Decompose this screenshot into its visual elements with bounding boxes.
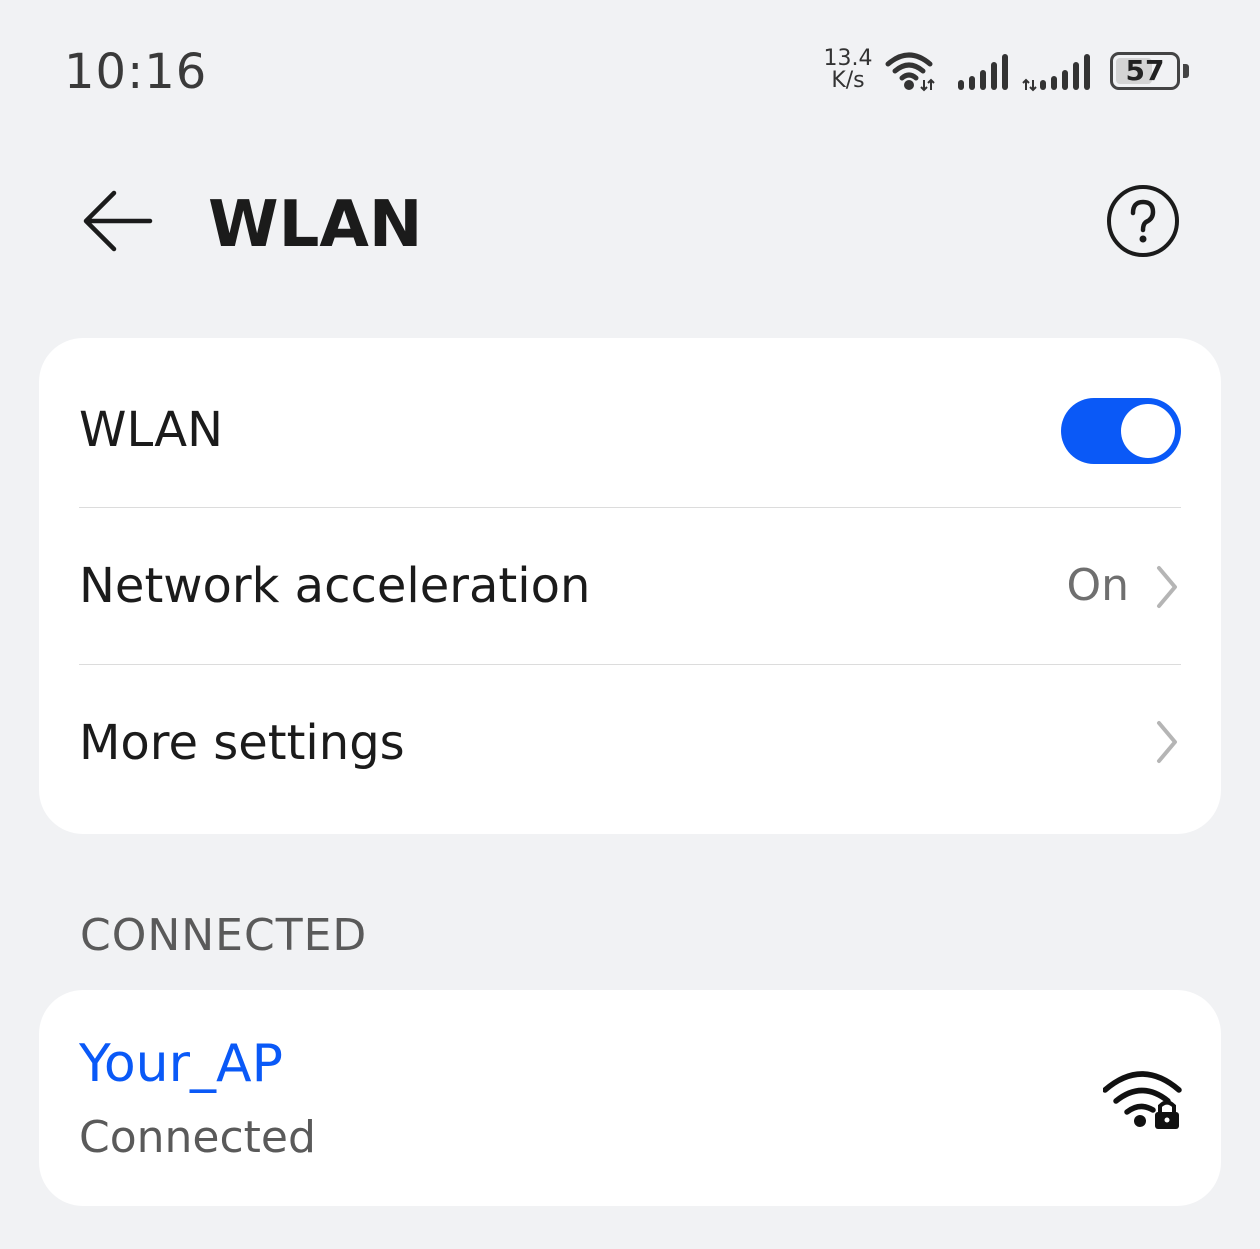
page-title: WLAN	[208, 188, 423, 262]
wlan-toggle[interactable]	[1061, 398, 1181, 464]
more-settings-label: More settings	[79, 715, 405, 771]
help-button[interactable]	[1106, 184, 1180, 258]
toggle-knob	[1121, 404, 1175, 458]
battery-level: 57	[1125, 54, 1165, 87]
wlan-toggle-row[interactable]: WLAN	[79, 338, 1181, 494]
network-speed: 13.4 K/s	[820, 48, 876, 92]
network-acceleration-value: On	[1066, 560, 1129, 611]
status-bar: 10:16 13.4 K/s 57	[0, 0, 1260, 140]
help-icon	[1107, 185, 1179, 257]
back-arrow-icon	[83, 190, 153, 252]
app-bar: WLAN	[0, 160, 1260, 280]
settings-card: WLAN Network acceleration On More settin…	[39, 338, 1221, 834]
wlan-label: WLAN	[79, 402, 224, 458]
back-button[interactable]	[80, 188, 154, 254]
network-status: Connected	[79, 1112, 316, 1163]
connected-network-item[interactable]: Your_AP Connected	[39, 990, 1221, 1206]
wifi-lock-icon	[1103, 1071, 1182, 1129]
network-speed-unit: K/s	[831, 68, 865, 93]
network-acceleration-label: Network acceleration	[79, 558, 591, 614]
wifi-icon	[885, 52, 935, 92]
chevron-right-icon	[1157, 566, 1177, 608]
battery-icon: 57	[1110, 52, 1180, 90]
battery-cap	[1183, 64, 1189, 78]
signal-icon	[958, 54, 1008, 90]
network-acceleration-row[interactable]: Network acceleration On	[79, 508, 1181, 664]
chevron-right-icon	[1157, 721, 1177, 763]
more-settings-row[interactable]: More settings	[79, 665, 1181, 821]
network-speed-value: 13.4	[823, 46, 873, 71]
network-name: Your_AP	[79, 1034, 283, 1094]
connected-section-header: CONNECTED	[80, 910, 368, 961]
status-time: 10:16	[64, 44, 208, 100]
signal-icon	[1022, 54, 1090, 92]
